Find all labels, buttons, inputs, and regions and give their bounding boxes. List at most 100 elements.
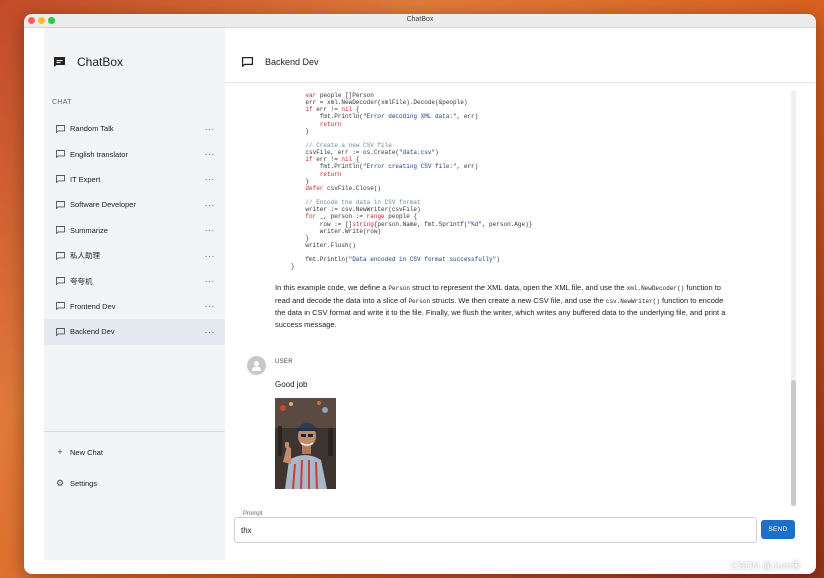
- window-title: ChatBox: [406, 16, 434, 23]
- code-token: if: [305, 156, 313, 164]
- code-line: }: [291, 128, 532, 135]
- gear-icon: ⚙: [56, 478, 65, 488]
- more-options-icon[interactable]: ···: [205, 251, 216, 261]
- code-token: fmt.Println(: [291, 163, 364, 171]
- code-token: string: [352, 220, 374, 228]
- code-token: if: [305, 106, 313, 114]
- sidebar-chat-item[interactable]: IT Expert ···: [44, 167, 225, 192]
- chat-list: Random Talk ··· English translator ··· IT Ex…: [44, 116, 225, 345]
- code-token: defer: [305, 184, 324, 192]
- sidebar-chat-label: Frontend Dev: [70, 301, 116, 311]
- more-options-icon[interactable]: ···: [205, 149, 216, 159]
- code-token: writer := csv.NewWriter(csvFile): [291, 206, 421, 214]
- sidebar-chat-label: Software Developer: [70, 200, 136, 210]
- sidebar-chat-item[interactable]: Random Talk ···: [44, 116, 225, 141]
- code-line: }: [291, 235, 532, 242]
- more-options-icon[interactable]: ···: [205, 225, 216, 235]
- user-attached-photo[interactable]: [275, 398, 336, 489]
- sidebar-chat-item[interactable]: Summarize ···: [44, 218, 225, 243]
- code-token: "data.csv": [399, 149, 436, 157]
- code-token: range: [366, 213, 385, 221]
- code-line: // Create a new CSV file: [291, 142, 532, 149]
- code-line: csvFile, err := os.Create("data.csv"): [291, 149, 532, 156]
- code-token: "Error decoding XML data:": [363, 113, 457, 121]
- code-token: row := []: [291, 220, 353, 228]
- chat-bubble-icon: [56, 251, 65, 260]
- sidebar-chat-item[interactable]: Software Developer ···: [44, 192, 225, 217]
- code-token: for: [305, 213, 317, 221]
- send-button[interactable]: SEND: [761, 520, 795, 539]
- code-token: "%d": [467, 220, 482, 228]
- paragraph-text: struct to represent the XML data, open t…: [410, 283, 627, 292]
- more-options-icon[interactable]: ···: [205, 301, 216, 311]
- assistant-explanation: In this example code, we define a Person…: [275, 282, 735, 330]
- code-token: err = xml.NewDecoder(xmlFile).Decode(&pe…: [291, 99, 468, 107]
- sidebar-chat-label: Backend Dev: [70, 327, 115, 337]
- code-token: , err): [456, 113, 479, 121]
- code-token: nil: [341, 156, 353, 164]
- prompt-input[interactable]: [234, 517, 757, 543]
- code-line: defer csvFile.Close(): [291, 185, 532, 192]
- code-token: people {: [384, 213, 418, 221]
- chat-bubble-icon: [56, 175, 65, 184]
- more-options-icon[interactable]: ···: [205, 327, 216, 337]
- code-token: people []Person: [316, 92, 374, 99]
- more-options-icon[interactable]: ···: [205, 276, 216, 286]
- sidebar-chat-label: IT Expert: [70, 174, 101, 184]
- more-options-icon[interactable]: ···: [205, 124, 216, 134]
- more-options-icon[interactable]: ···: [205, 174, 216, 184]
- code-token: // Encode the data in CSV format: [305, 199, 421, 207]
- code-token: {: [352, 156, 360, 164]
- new-chat-button[interactable]: + New Chat: [56, 447, 103, 457]
- code-token: return: [319, 170, 342, 178]
- code-line: if err != nil {: [291, 106, 532, 113]
- main-panel: Backend Dev var people []Person err = xm…: [225, 28, 816, 560]
- code-token: _, person :=: [316, 213, 367, 221]
- settings-button[interactable]: ⚙ Settings: [56, 478, 97, 489]
- inline-code: Person: [388, 285, 411, 292]
- inline-code: csv.NewWriter(): [605, 297, 660, 305]
- code-line: err = xml.NewDecoder(xmlFile).Decode(&pe…: [291, 99, 532, 106]
- code-line: fmt.Println("Error decoding XML data:", …: [291, 113, 532, 120]
- code-block: var people []Person err = xml.NewDecoder…: [291, 92, 532, 271]
- code-token: }: [291, 234, 310, 242]
- chat-bubble-icon: [56, 226, 65, 235]
- more-options-icon[interactable]: ···: [205, 200, 216, 210]
- code-token: var: [305, 92, 317, 99]
- sidebar-chat-item[interactable]: Backend Dev ···: [44, 319, 225, 345]
- chat-bubble-icon: [242, 57, 253, 67]
- sidebar-chat-label: English translator: [70, 149, 128, 159]
- code-token: fmt.Println(: [291, 256, 349, 264]
- brand: ChatBox: [54, 55, 123, 69]
- user-message: Good job: [275, 380, 308, 389]
- code-token: writer.Write(row): [291, 227, 382, 235]
- settings-label: Settings: [70, 479, 98, 488]
- plus-icon: +: [57, 447, 63, 457]
- sidebar-chat-label: Summarize: [70, 225, 108, 235]
- sidebar-chat-item[interactable]: 私人助理 ···: [44, 243, 225, 268]
- chat-header: Backend Dev: [225, 28, 816, 83]
- code-line: fmt.Println("Data encoded in CSV format …: [291, 256, 532, 263]
- chat-bubble-icon: [56, 150, 65, 159]
- brand-name: ChatBox: [77, 55, 124, 69]
- chat-bubble-icon: [56, 302, 65, 311]
- sidebar-chat-item[interactable]: 夸夸机 ···: [44, 268, 225, 293]
- sidebar-chat-item[interactable]: English translator ···: [44, 141, 225, 166]
- code-token: }: [291, 263, 295, 271]
- code-line: writer := csv.NewWriter(csvFile): [291, 206, 532, 213]
- prompt-label: Prompt: [241, 511, 265, 517]
- paragraph-text: structs. We then create a new CSV file, …: [430, 295, 606, 305]
- code-line: row := []string{person.Name, fmt.Sprintf…: [291, 221, 532, 228]
- section-label: CHAT: [52, 99, 72, 106]
- sidebar-chat-item[interactable]: Frontend Dev ···: [44, 294, 225, 319]
- scrollbar-thumb[interactable]: [791, 380, 796, 506]
- code-token: "Error creating CSV file:": [363, 163, 457, 171]
- sidebar-footer: + New Chat ⚙ Settings: [44, 431, 225, 488]
